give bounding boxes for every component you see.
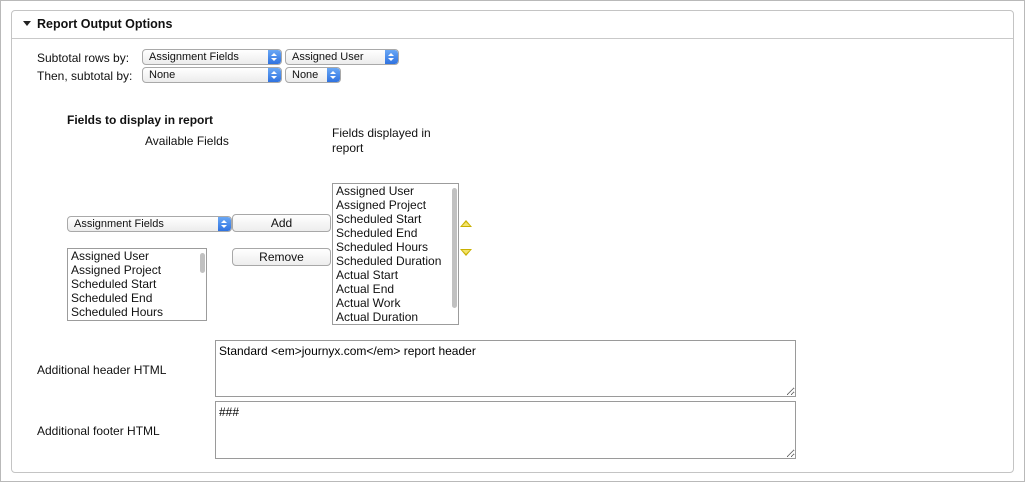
header-html-label: Additional header HTML (37, 363, 167, 377)
list-item[interactable]: Actual End (333, 282, 458, 296)
list-item[interactable]: Scheduled Duration (333, 254, 458, 268)
select-arrows-icon (268, 68, 281, 82)
footer-html-label: Additional footer HTML (37, 424, 160, 438)
remove-button[interactable]: Remove (232, 248, 331, 266)
panel-title: Report Output Options (37, 17, 173, 31)
move-up-arrow-icon[interactable] (460, 220, 472, 227)
footer-html-textarea[interactable]: ### (215, 401, 796, 459)
move-down-arrow-icon[interactable] (460, 249, 472, 256)
header-html-textarea[interactable]: Standard <em>journyx.com</em> report hea… (215, 340, 796, 397)
displayed-fields-listbox[interactable]: Assigned User Assigned Project Scheduled S… (332, 183, 459, 325)
available-fields-category-value: Assignment Fields (74, 218, 164, 230)
list-item[interactable]: Assigned Project (333, 198, 458, 212)
list-item[interactable]: Actual Start (333, 268, 458, 282)
subtotal-rows-category-value: Assignment Fields (149, 51, 239, 63)
then-subtotal-field-select[interactable]: None (285, 67, 341, 83)
displayed-fields-label-line2: report (332, 141, 364, 155)
available-fields-category-select[interactable]: Assignment Fields (67, 216, 232, 232)
select-arrows-icon (268, 50, 281, 64)
subtotal-rows-field-select[interactable]: Assigned User (285, 49, 399, 65)
list-item[interactable]: Assigned User (333, 184, 458, 198)
fields-heading: Fields to display in report (67, 113, 214, 127)
list-item[interactable]: Scheduled Start (333, 212, 458, 226)
then-subtotal-label: Then, subtotal by: (37, 69, 133, 83)
add-button[interactable]: Add (232, 214, 331, 232)
list-item[interactable]: Scheduled End (333, 226, 458, 240)
list-item[interactable]: Actual Work (333, 296, 458, 310)
subtotal-rows-category-select[interactable]: Assignment Fields (142, 49, 282, 65)
list-item[interactable]: Actual Duration (333, 310, 458, 324)
select-arrows-icon (327, 68, 340, 82)
available-fields-scrollbar[interactable] (200, 253, 205, 273)
select-arrows-icon (218, 217, 231, 231)
list-item[interactable]: Assigned Project (68, 263, 206, 277)
displayed-fields-scrollbar[interactable] (452, 188, 457, 308)
triangle-down-icon[interactable] (23, 21, 31, 26)
subtotal-rows-label: Subtotal rows by: (37, 51, 130, 65)
select-arrows-icon (385, 50, 398, 64)
subtotal-rows-field-value: Assigned User (292, 51, 364, 63)
then-subtotal-category-value: None (149, 69, 176, 81)
list-item[interactable]: Assigned User (68, 249, 206, 263)
list-item[interactable]: Scheduled Hours (68, 305, 206, 319)
panel-header[interactable]: Report Output Options (12, 11, 1013, 39)
available-fields-label: Available Fields (145, 134, 229, 148)
list-item[interactable]: Scheduled Start (68, 277, 206, 291)
displayed-fields-label-line1: Fields displayed in (332, 126, 431, 140)
then-subtotal-field-value: None (292, 69, 319, 81)
list-item[interactable]: Scheduled End (68, 291, 206, 305)
then-subtotal-category-select[interactable]: None (142, 67, 282, 83)
list-item[interactable]: Scheduled Hours (333, 240, 458, 254)
available-fields-listbox[interactable]: Assigned User Assigned Project Scheduled S… (67, 248, 207, 321)
